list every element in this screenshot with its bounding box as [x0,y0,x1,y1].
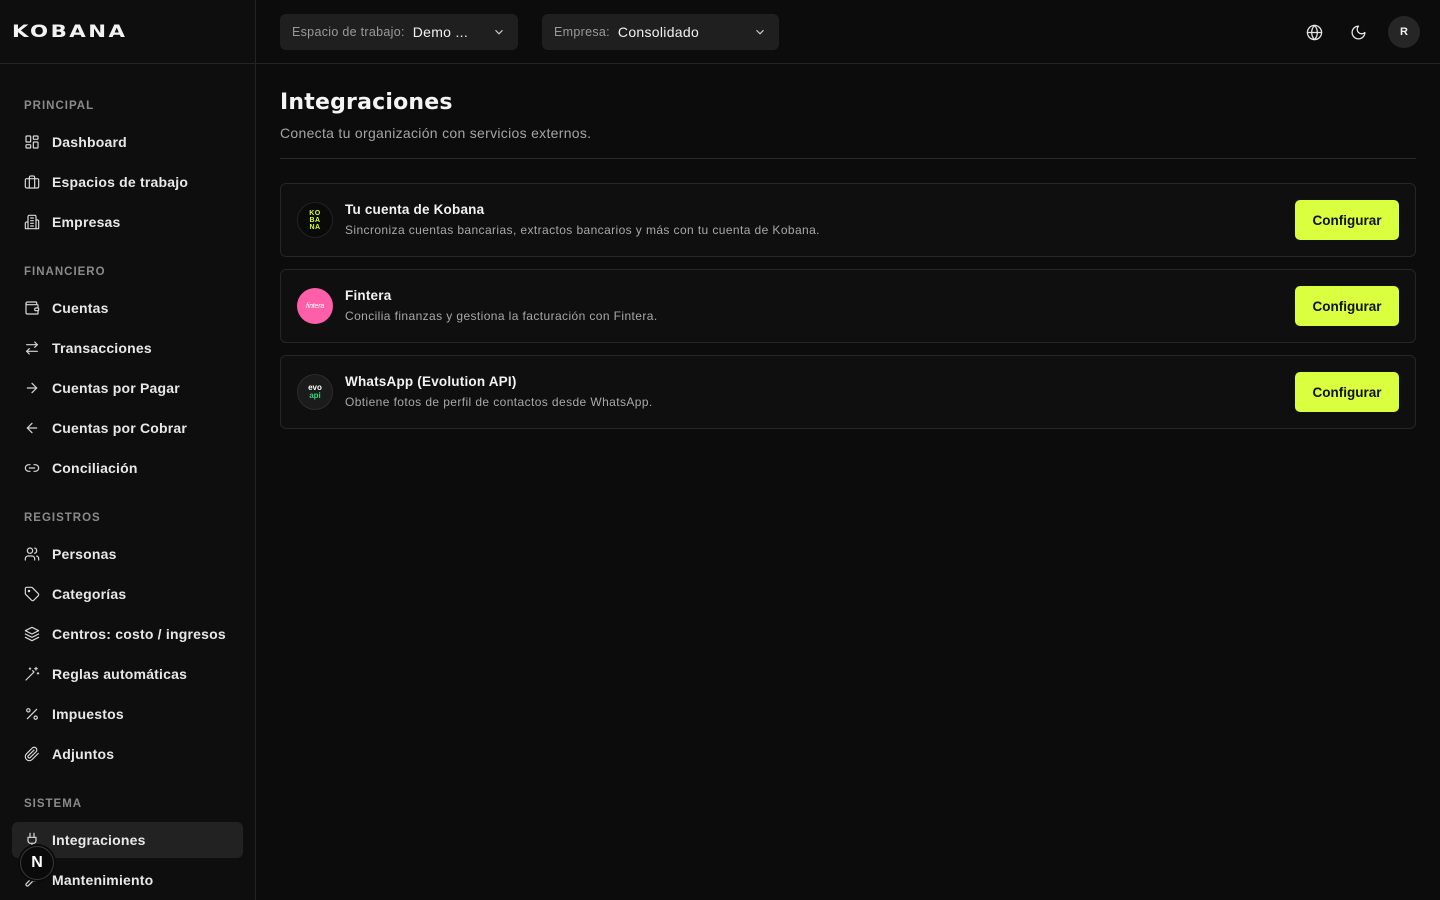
company-select-label: Empresa: [554,25,610,39]
arrow-left-icon [24,420,40,436]
kobana-logo[interactable]: KOBANA [12,22,127,42]
sidebar-item-label: Cuentas por Pagar [52,380,180,396]
company-select[interactable]: Empresa: Consolidado [542,14,779,50]
sidebar-item-label: Espacios de trabajo [52,174,189,190]
section-label-registros: REGISTROS [24,512,101,524]
sidebar-item-cuentas-por-pagar[interactable]: Cuentas por Pagar [12,370,243,406]
link-icon [24,460,40,476]
sidebar-item-label: Empresas [52,214,121,230]
integration-card-kobana: KO BA NA Tu cuenta de Kobana Sincroniza … [280,183,1416,257]
sidebar: KOBANA PRINCIPAL Dashboard Espacios de t… [0,0,256,900]
integration-title: Fintera [345,288,392,303]
building-icon [24,214,40,230]
sidebar-item-label: Personas [52,546,117,562]
sidebar-item-label: Categorías [52,586,127,602]
layers-icon [24,626,40,642]
paperclip-icon [24,746,40,762]
tag-icon [24,586,40,602]
topbar: Espacio de trabajo: Demo ... Empresa: Co… [256,0,1440,64]
sidebar-item-label: Cuentas por Cobrar [52,420,188,436]
wallet-icon [24,300,40,316]
sidebar-item-label: Cuentas [52,300,109,316]
kobana-logo-line: KO [309,209,321,217]
workspace-select-value: Demo ... [412,24,469,40]
kobana-logo-line: BA [309,216,321,224]
integration-title: WhatsApp (Evolution API) [345,374,517,389]
sidebar-item-personas[interactable]: Personas [12,536,243,572]
percent-icon [24,706,40,722]
integration-description: Concilia finanzas y gestiona la facturac… [345,309,658,323]
fintera-logo-icon: fintera [297,288,333,324]
chevron-down-icon [753,25,767,39]
arrows-exchange-icon [24,340,40,356]
sidebar-item-cuentas-por-cobrar[interactable]: Cuentas por Cobrar [12,410,243,446]
sidebar-item-label: Transacciones [52,340,152,356]
sidebar-item-cuentas[interactable]: Cuentas [12,290,243,326]
chevron-down-icon [492,25,506,39]
integration-card-fintera: fintera Fintera Concilia finanzas y gest… [280,269,1416,343]
configure-kobana-button[interactable]: Configurar [1295,200,1399,240]
integration-text: Tu cuenta de Kobana Sincroniza cuentas b… [345,202,820,237]
integration-description: Obtiene fotos de perfil de contactos des… [345,395,653,409]
main-content: Integraciones Conecta tu organización co… [280,64,1416,441]
kobana-logo-line: NA [309,223,321,231]
integration-text: WhatsApp (Evolution API) Obtiene fotos d… [345,374,653,409]
workspace-select-label: Espacio de trabajo: [292,25,405,39]
wand-icon [24,666,40,682]
configure-whatsapp-button[interactable]: Configurar [1295,372,1399,412]
page-title: Integraciones [280,90,453,115]
integration-title: Tu cuenta de Kobana [345,202,485,217]
sidebar-item-impuestos[interactable]: Impuestos [12,696,243,732]
sidebar-item-label: Dashboard [52,134,127,150]
section-label-financiero: FINANCIERO [24,266,106,278]
integration-text: Fintera Concilia finanzas y gestiona la … [345,288,658,323]
sidebar-item-reglas[interactable]: Reglas automáticas [12,656,243,692]
evo-logo-line: api [309,391,321,400]
moon-icon[interactable] [1346,20,1370,44]
sidebar-item-espacios[interactable]: Espacios de trabajo [12,164,243,200]
company-select-value: Consolidado [617,24,700,40]
fintera-logo-text: fintera [305,302,325,310]
section-label-sistema: SISTEMA [24,798,83,810]
evolution-api-logo-icon: evo api [297,374,333,410]
sidebar-item-centros[interactable]: Centros: costo / ingresos [12,616,243,652]
sidebar-item-label: Reglas automáticas [52,666,188,682]
section-label-principal: PRINCIPAL [24,100,95,112]
briefcase-icon [24,174,40,190]
sidebar-item-empresas[interactable]: Empresas [12,204,243,240]
integration-description: Sincroniza cuentas bancarias, extractos … [345,223,820,237]
arrow-right-icon [24,380,40,396]
sidebar-item-label: Mantenimiento [52,872,154,888]
kobana-logo-icon: KO BA NA [297,202,333,238]
page-subtitle: Conecta tu organización con servicios ex… [280,125,592,141]
integrations-list: KO BA NA Tu cuenta de Kobana Sincroniza … [280,183,1416,429]
sidebar-item-label: Adjuntos [52,746,115,762]
divider [280,158,1416,159]
floating-n-badge[interactable]: N [20,846,54,880]
sidebar-item-adjuntos[interactable]: Adjuntos [12,736,243,772]
avatar[interactable]: R [1388,16,1420,48]
sidebar-item-label: Impuestos [52,706,124,722]
configure-fintera-button[interactable]: Configurar [1295,286,1399,326]
dashboard-icon [24,134,40,150]
sidebar-item-label: Conciliación [52,460,138,476]
users-icon [24,546,40,562]
logo-row: KOBANA [0,0,255,64]
sidebar-item-transacciones[interactable]: Transacciones [12,330,243,366]
workspace-select[interactable]: Espacio de trabajo: Demo ... [280,14,518,50]
sidebar-item-label: Integraciones [52,832,146,848]
sidebar-item-conciliacion[interactable]: Conciliación [12,450,243,486]
sidebar-item-dashboard[interactable]: Dashboard [12,124,243,160]
sidebar-item-categorias[interactable]: Categorías [12,576,243,612]
globe-icon[interactable] [1302,20,1326,44]
sidebar-item-label: Centros: costo / ingresos [52,626,226,642]
integration-card-whatsapp: evo api WhatsApp (Evolution API) Obtiene… [280,355,1416,429]
sidebar-nav: PRINCIPAL Dashboard Espacios de trabajo … [0,98,255,898]
